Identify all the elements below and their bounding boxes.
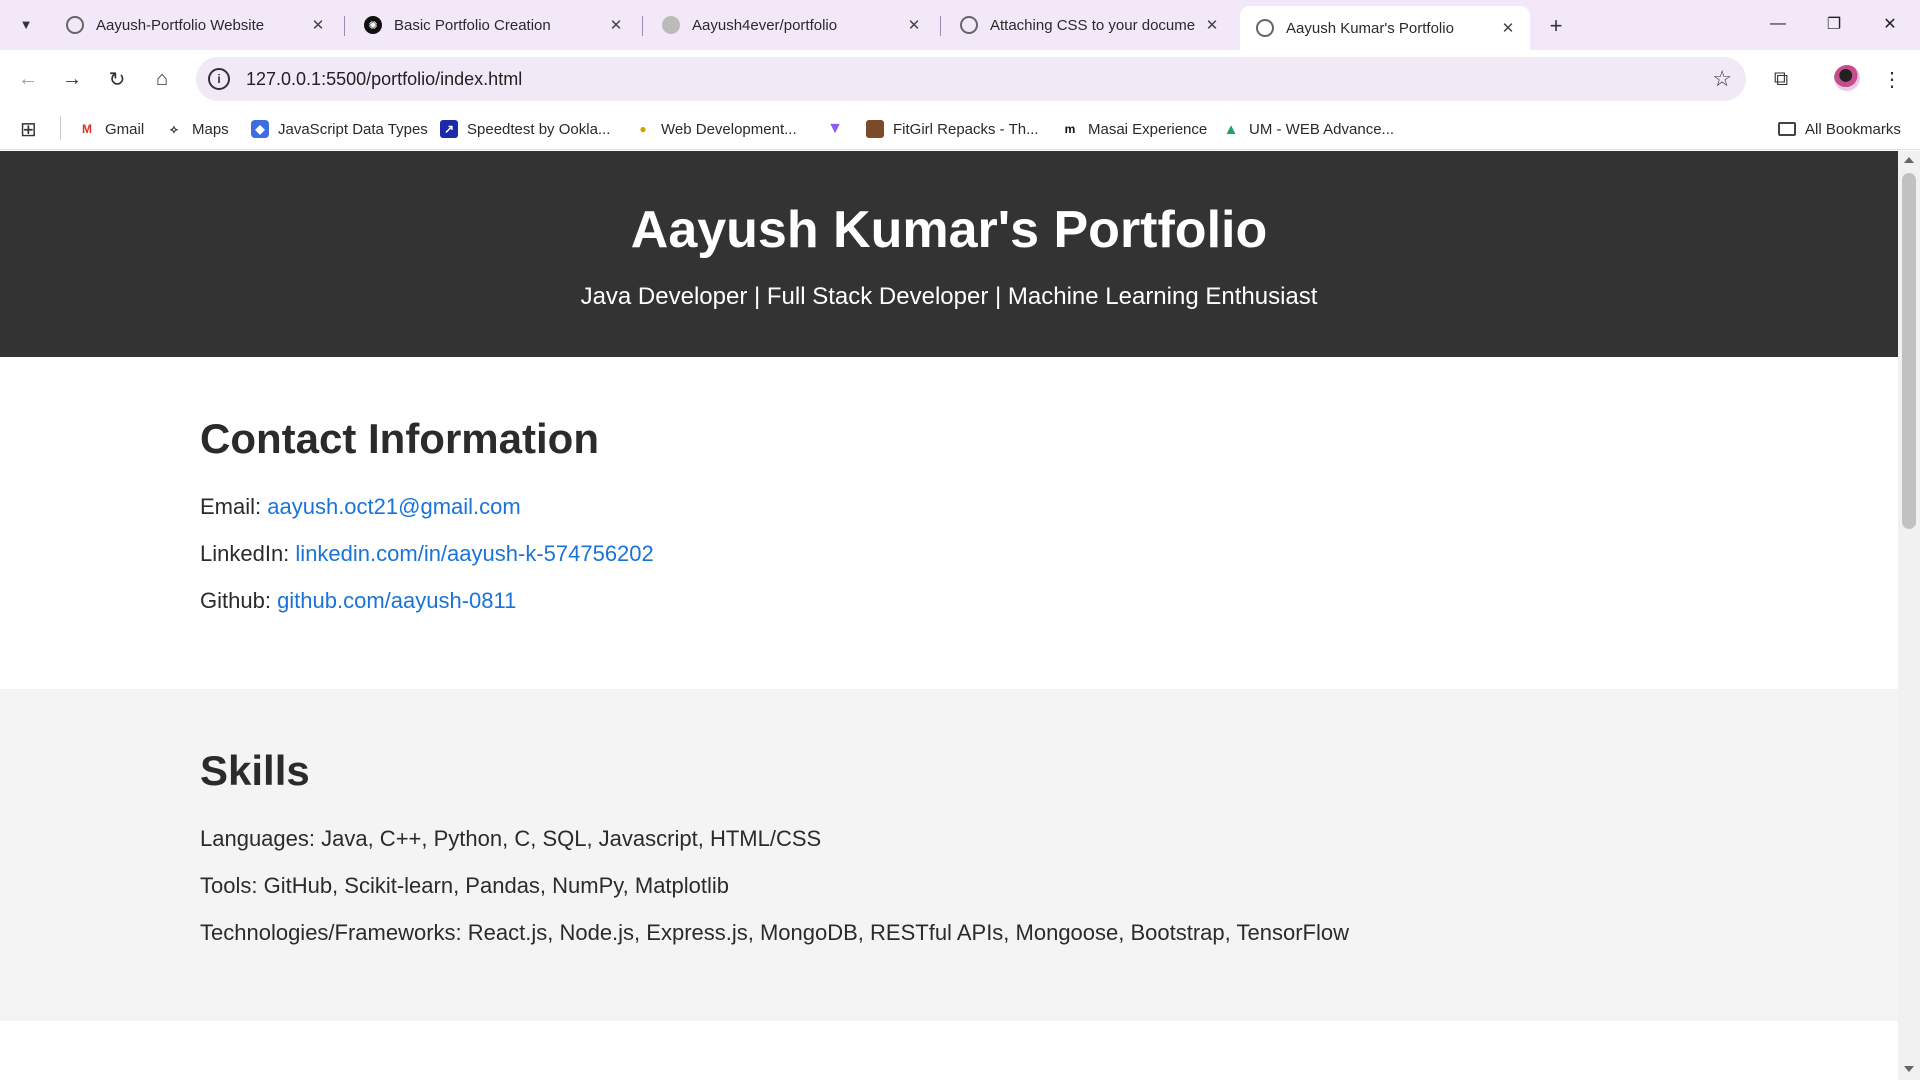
page-scrollbar[interactable] xyxy=(1898,151,1920,1080)
tab-github-repo[interactable]: Aayush4ever/portfolio ✕ xyxy=(646,8,936,42)
bookmark-label: FitGirl Repacks - Th... xyxy=(893,120,1039,138)
scrollbar-thumb[interactable] xyxy=(1902,173,1916,529)
github-link[interactable]: github.com/aayush-0811 xyxy=(277,588,516,613)
github-icon xyxy=(662,16,680,34)
close-icon[interactable]: ✕ xyxy=(308,15,328,35)
info-icon[interactable]: i xyxy=(208,68,230,90)
close-icon[interactable]: ✕ xyxy=(606,15,626,35)
close-icon[interactable]: ✕ xyxy=(904,15,924,35)
tab-attaching-css[interactable]: Attaching CSS to your documen ✕ xyxy=(944,8,1234,42)
email-line: Email: aayush.oct21@gmail.com xyxy=(200,492,1898,522)
tab-separator xyxy=(940,16,941,36)
linkedin-link[interactable]: linkedin.com/in/aayush-k-574756202 xyxy=(295,541,653,566)
bookmark-web-development[interactable]: ● Web Development... xyxy=(634,116,797,142)
all-bookmarks-label: All Bookmarks xyxy=(1805,120,1901,138)
bookmark-label: Web Development... xyxy=(661,120,797,138)
bookmark-maps[interactable]: ⟡ Maps xyxy=(165,116,229,142)
masai-icon: m xyxy=(1064,122,1076,136)
folder-icon xyxy=(1778,122,1796,136)
apps-grid-icon[interactable]: ⊞ xyxy=(20,116,37,142)
bookmark-fitgirl[interactable]: FitGirl Repacks - Th... xyxy=(866,116,1039,142)
browser-toolbar: ← → ↻ ⌂ i 127.0.0.1:5500/portfolio/index… xyxy=(0,50,1920,108)
bookmark-label: Maps xyxy=(192,120,229,138)
tab-basic-portfolio[interactable]: ✺ Basic Portfolio Creation ✕ xyxy=(348,8,638,42)
linkedin-line: LinkedIn: linkedin.com/in/aayush-k-57475… xyxy=(200,539,1898,569)
tab-portfolio-active[interactable]: Aayush Kumar's Portfolio ✕ xyxy=(1240,6,1530,50)
skills-lines: Languages: Java, C++, Python, C, SQL, Ja… xyxy=(200,824,1898,948)
bookmark-js-data-types[interactable]: ◆ JavaScript Data Types xyxy=(251,116,428,142)
fitgirl-icon xyxy=(866,120,884,138)
bookmark-label: Speedtest by Ookla... xyxy=(467,120,611,138)
all-bookmarks[interactable]: All Bookmarks xyxy=(1778,116,1901,142)
bookmarks-bar: ⊞ M Gmail ⟡ Maps ◆ JavaScript Data Types… xyxy=(0,108,1920,150)
address-bar[interactable]: i 127.0.0.1:5500/portfolio/index.html ☆ xyxy=(196,57,1746,101)
bulb-icon: ● xyxy=(639,122,647,136)
linkedin-label: LinkedIn: xyxy=(200,541,290,566)
page-title: Aayush Kumar's Portfolio xyxy=(630,201,1268,259)
globe-icon xyxy=(66,16,84,34)
avatar[interactable] xyxy=(1834,65,1860,91)
close-icon[interactable]: ✕ xyxy=(1862,0,1918,48)
bookmark-gmail[interactable]: M Gmail xyxy=(78,116,144,142)
minimize-icon[interactable]: — xyxy=(1750,0,1806,48)
github-line: Github: github.com/aayush-0811 xyxy=(200,586,1898,616)
bookmark-label: Masai Experience xyxy=(1088,120,1208,138)
tab-label: Aayush Kumar's Portfolio xyxy=(1286,19,1454,37)
kebab-menu-icon[interactable]: ⋮ xyxy=(1874,61,1910,97)
page-viewport: Aayush Kumar's Portfolio Java Developer … xyxy=(0,151,1898,1080)
plus-icon[interactable]: + xyxy=(1542,12,1570,40)
home-icon[interactable]: ⌂ xyxy=(144,61,180,97)
restore-icon[interactable]: ❐ xyxy=(1806,0,1862,48)
skills-technologies: Technologies/Frameworks: React.js, Node.… xyxy=(200,920,1349,945)
chevron-down-icon[interactable]: ▼ xyxy=(12,10,40,38)
bookmark-label: Gmail xyxy=(105,120,145,138)
skills-tools: Tools: GitHub, Scikit-learn, Pandas, Num… xyxy=(200,873,730,898)
vite-bookmark-icon[interactable]: ▼ xyxy=(826,116,853,142)
globe-icon xyxy=(960,16,978,34)
close-icon[interactable]: ✕ xyxy=(1498,18,1518,38)
bookmark-label: UM - WEB Advance... xyxy=(1249,120,1395,138)
email-link[interactable]: aayush.oct21@gmail.com xyxy=(267,494,520,519)
bookmarks-divider xyxy=(60,116,61,140)
scroll-down-icon[interactable] xyxy=(1904,1066,1914,1072)
github-label: Github: xyxy=(200,588,271,613)
contact-heading: Contact Information xyxy=(200,415,599,462)
google-drive-icon: ▲ xyxy=(1223,120,1239,138)
url-text[interactable]: 127.0.0.1:5500/portfolio/index.html xyxy=(246,69,522,90)
skills-section: Skills Languages: Java, C++, Python, C, … xyxy=(0,689,1898,1021)
contact-section: Contact Information Email: aayush.oct21@… xyxy=(0,357,1898,689)
tab-separator xyxy=(642,16,643,36)
tab-label: Aayush4ever/portfolio xyxy=(692,16,838,34)
puzzle-icon[interactable]: ⧉ xyxy=(1763,61,1799,97)
page-subtitle: Java Developer | Full Stack Developer | … xyxy=(580,283,1318,310)
skills-languages: Languages: Java, C++, Python, C, SQL, Ja… xyxy=(200,826,822,851)
bookmark-speedtest[interactable]: ↗ Speedtest by Ookla... xyxy=(440,116,610,142)
portfolio-header: Aayush Kumar's Portfolio Java Developer … xyxy=(0,151,1898,357)
skills-heading: Skills xyxy=(200,747,310,794)
speedtest-icon: ↗ xyxy=(440,120,458,138)
tab-strip: ▼ Aayush-Portfolio Website ✕ ✺ Basic Por… xyxy=(0,0,1920,50)
chatgpt-icon: ✺ xyxy=(364,16,382,34)
tab-portfolio-website[interactable]: Aayush-Portfolio Website ✕ xyxy=(50,8,340,42)
javascript-icon: ◆ xyxy=(251,120,269,138)
bookmark-masai[interactable]: m Masai Experience xyxy=(1061,116,1208,142)
tab-label: Basic Portfolio Creation xyxy=(394,16,551,34)
contact-lines: Email: aayush.oct21@gmail.com LinkedIn: … xyxy=(200,492,1898,616)
bookmark-um-web[interactable]: ▲ UM - WEB Advance... xyxy=(1222,116,1394,142)
reload-icon[interactable]: ↻ xyxy=(99,61,135,97)
bookmark-label: JavaScript Data Types xyxy=(278,120,428,138)
tab-separator xyxy=(344,16,345,36)
email-label: Email: xyxy=(200,494,262,519)
star-icon[interactable]: ☆ xyxy=(1712,66,1732,92)
close-icon[interactable]: ✕ xyxy=(1202,15,1222,35)
gmail-icon: M xyxy=(82,122,92,136)
maps-icon: ⟡ xyxy=(170,121,178,136)
tab-label: Attaching CSS to your documen xyxy=(990,16,1196,34)
arrow-right-icon[interactable]: → xyxy=(54,61,90,97)
vite-icon: ▼ xyxy=(827,120,843,137)
arrow-left-icon[interactable]: ← xyxy=(10,61,46,97)
tab-label: Aayush-Portfolio Website xyxy=(96,16,265,34)
globe-icon xyxy=(1256,19,1274,37)
scroll-up-icon[interactable] xyxy=(1904,157,1914,163)
